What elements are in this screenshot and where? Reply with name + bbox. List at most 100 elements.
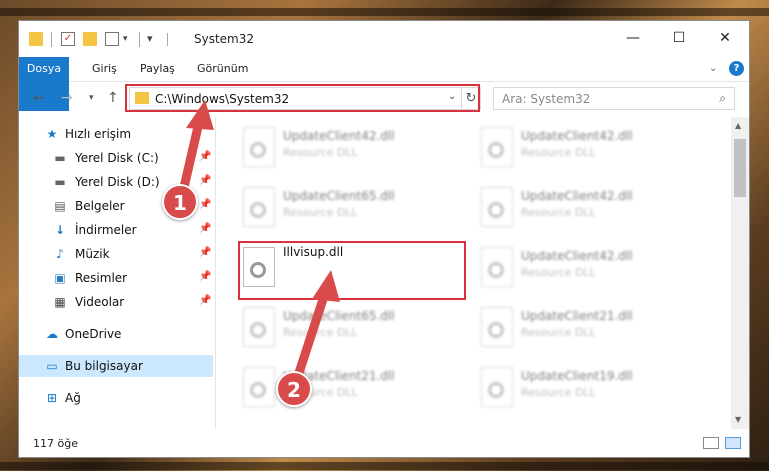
dll-file-icon <box>481 367 513 407</box>
divider <box>51 32 52 47</box>
customize-icon[interactable] <box>105 32 119 46</box>
file-name: UpdateClient65.dll <box>283 189 395 203</box>
network-icon: ⊞ <box>46 391 58 405</box>
file-item[interactable]: UpdateClient42.dll Resource DLL <box>475 181 695 235</box>
close-button[interactable]: ✕ <box>705 27 745 49</box>
divider <box>167 33 168 46</box>
dll-file-icon <box>481 187 513 227</box>
forward-arrow-icon[interactable]: → <box>61 90 73 106</box>
file-name: UpdateClient65.dll <box>283 309 395 323</box>
tab-home[interactable]: Giriş <box>92 57 117 81</box>
drive-icon: ▬ <box>54 151 66 165</box>
chevron-down-icon[interactable]: ⌄ <box>709 57 717 81</box>
item-count: 117 öğe <box>33 437 78 450</box>
scroll-up-icon[interactable]: ▲ <box>735 121 741 130</box>
computer-icon: ▭ <box>46 359 58 373</box>
pin-icon: 📌 <box>199 295 212 306</box>
divider <box>215 117 216 429</box>
search-placeholder: Ara: System32 <box>502 92 591 106</box>
help-icon[interactable]: ? <box>729 61 744 76</box>
folder-icon <box>29 32 43 46</box>
sidebar-item-label: Yerel Disk (C:) <box>75 151 159 165</box>
title-bar: ✓ ▾ ▾ System32 — ☐ ✕ <box>19 21 749 57</box>
dll-file-icon <box>481 127 513 167</box>
sidebar-item-pictures[interactable]: ▣ Resimler 📌 <box>19 267 213 289</box>
downloads-icon: ↓ <box>54 223 66 237</box>
scroll-thumb[interactable] <box>734 139 746 197</box>
minimize-button[interactable]: — <box>613 27 653 49</box>
recent-locations-icon[interactable]: ▾ <box>89 93 94 103</box>
dll-file-icon <box>243 367 275 407</box>
status-bar: 117 öğe <box>19 431 749 457</box>
file-name: UpdateClient42.dll <box>521 249 633 263</box>
window-title: System32 <box>194 32 255 46</box>
file-description: Resource DLL <box>283 146 358 159</box>
file-item[interactable]: UpdateClient42.dll Resource DLL <box>475 121 695 175</box>
file-description: Resource DLL <box>283 206 358 219</box>
file-name: UpdateClient42.dll <box>521 129 633 143</box>
star-icon: ★ <box>46 127 58 141</box>
pictures-icon: ▣ <box>54 271 66 285</box>
sidebar-item-drive-c[interactable]: ▬ Yerel Disk (C:) 📌 <box>19 147 213 169</box>
file-item[interactable]: UpdateClient65.dll Resource DLL <box>237 301 457 355</box>
onedrive-icon: ☁ <box>46 327 58 341</box>
back-arrow-icon[interactable]: ← <box>33 90 45 106</box>
navigation-pane: ★ Hızlı erişim ▬ Yerel Disk (C:) 📌 ▬ Yer… <box>19 117 213 429</box>
sidebar-item-label: Belgeler <box>75 199 125 213</box>
sidebar-item-label: İndirmeler <box>75 223 137 237</box>
sidebar-item-label: Hızlı erişim <box>65 127 132 141</box>
dll-file-icon <box>243 307 275 347</box>
file-item[interactable]: UpdateClient65.dll Resource DLL <box>237 181 457 235</box>
chevron-down-icon[interactable]: ▾ <box>123 32 137 46</box>
ribbon: Dosya Giriş Paylaş Görünüm ⌄ ? <box>19 57 749 111</box>
videos-icon: ▦ <box>54 295 66 309</box>
file-item[interactable]: UpdateClient19.dll Resource DLL <box>475 361 695 415</box>
file-item[interactable]: UpdateClient42.dll Resource DLL <box>237 121 457 175</box>
dll-file-icon <box>481 307 513 347</box>
sidebar-item-music[interactable]: ♪ Müzik 📌 <box>19 243 213 265</box>
file-description: Resource DLL <box>521 386 596 399</box>
sidebar-item-label: Yerel Disk (D:) <box>75 175 160 189</box>
search-input[interactable]: Ara: System32 ⌕ <box>493 87 735 110</box>
pin-icon: 📌 <box>199 223 212 234</box>
scroll-down-icon[interactable]: ▼ <box>735 415 741 424</box>
sidebar-item-network[interactable]: ⊞ Ağ <box>19 387 213 409</box>
vertical-scrollbar[interactable]: ▲ ▼ <box>731 117 749 429</box>
properties-icon[interactable]: ✓ <box>61 32 75 46</box>
file-description: Resource DLL <box>283 326 358 339</box>
tab-share[interactable]: Paylaş <box>140 57 175 81</box>
file-name: UpdateClient21.dll <box>521 309 633 323</box>
file-name: UpdateClient42.dll <box>283 129 395 143</box>
file-item[interactable]: UpdateClient42.dll Resource DLL <box>475 241 695 295</box>
sidebar-item-this-pc[interactable]: ▭ Bu bilgisayar <box>19 355 213 377</box>
sidebar-item-onedrive[interactable]: ☁ OneDrive <box>19 323 213 345</box>
sidebar-item-videos[interactable]: ▦ Videolar 📌 <box>19 291 213 313</box>
music-icon: ♪ <box>56 247 64 261</box>
file-item[interactable]: UpdateClient21.dll Resource DLL <box>475 301 695 355</box>
new-folder-icon[interactable] <box>83 32 97 46</box>
pin-icon: 📌 <box>199 151 212 162</box>
file-highlight-box <box>238 241 466 300</box>
maximize-button[interactable]: ☐ <box>659 27 699 49</box>
large-icons-view-icon[interactable] <box>725 437 741 449</box>
up-arrow-icon[interactable]: ↑ <box>107 90 119 106</box>
file-description: Resource DLL <box>521 326 596 339</box>
details-view-icon[interactable] <box>703 437 719 449</box>
drive-icon: ▬ <box>54 175 66 189</box>
file-description: Resource DLL <box>521 146 596 159</box>
pin-icon: 📌 <box>199 199 212 210</box>
search-icon: ⌕ <box>719 91 726 105</box>
expand-icon[interactable]: ▾ <box>147 32 161 46</box>
step-marker-1: 1 <box>162 184 198 220</box>
sidebar-item-downloads[interactable]: ↓ İndirmeler 📌 <box>19 219 213 241</box>
sidebar-item-quick-access[interactable]: ★ Hızlı erişim <box>19 123 213 145</box>
file-item[interactable]: UpdateClient21.dll Resource DLL <box>237 361 457 415</box>
file-name: UpdateClient19.dll <box>521 369 633 383</box>
file-description: Resource DLL <box>521 206 596 219</box>
documents-icon: ▤ <box>54 199 66 213</box>
step-marker-2: 2 <box>276 371 312 407</box>
sidebar-item-label: Ağ <box>65 391 81 405</box>
sidebar-item-label: Bu bilgisayar <box>65 359 143 373</box>
pin-icon: 📌 <box>199 175 212 186</box>
tab-view[interactable]: Görünüm <box>197 57 248 81</box>
